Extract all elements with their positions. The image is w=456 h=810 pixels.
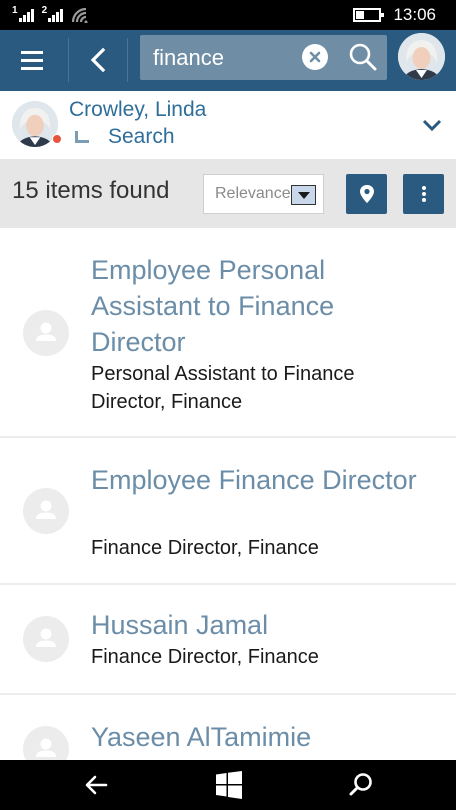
profile-avatar-button[interactable] (398, 33, 445, 80)
chevron-down-icon (422, 119, 442, 132)
menu-button[interactable] (12, 42, 52, 78)
map-view-button[interactable] (346, 174, 387, 214)
clear-search-button[interactable] (302, 44, 328, 70)
user-name: Crowley, Linda (69, 98, 207, 121)
search-submit-icon[interactable] (347, 41, 379, 73)
status-time: 13:06 (393, 5, 436, 24)
result-item[interactable]: Yaseen AlTamimie (0, 695, 456, 760)
back-button[interactable] (80, 42, 116, 78)
sim2-label: 2 (41, 4, 48, 16)
context-header[interactable]: Crowley, Linda Search (0, 91, 456, 159)
vertical-ellipsis-icon (421, 186, 426, 202)
result-item[interactable]: Employee Finance Director Finance Direct… (0, 438, 456, 585)
clear-circle-x-icon (309, 51, 321, 63)
result-count: 15 items found (12, 177, 170, 204)
result-subtitle: Finance Director, Finance (91, 646, 319, 668)
result-title: Employee Finance Director (91, 465, 417, 495)
status-bar-left: 1 2 (12, 4, 89, 26)
tree-branch-icon (75, 131, 89, 143)
person-placeholder-icon (23, 726, 69, 760)
result-title: Hussain Jamal (91, 610, 269, 640)
wifi-icon (72, 7, 88, 23)
app-bar (0, 30, 456, 91)
arrow-left-icon[interactable] (82, 771, 112, 799)
status-bar-right: 13:06 (353, 4, 436, 26)
sim1-label: 1 (12, 4, 18, 16)
more-options-button[interactable] (403, 174, 444, 214)
status-bar: 1 2 13:06 (0, 0, 456, 30)
context-location-label: Search (108, 125, 175, 148)
avatar-photo (12, 101, 58, 147)
location-pin-icon (359, 185, 374, 203)
expand-context-button[interactable] (418, 112, 446, 138)
hamburger-icon (21, 50, 43, 54)
toolbar-divider (127, 38, 128, 82)
search-input[interactable] (140, 35, 300, 80)
person-placeholder-icon (23, 488, 69, 534)
person-placeholder-icon (23, 616, 69, 662)
signal-sim1-icon: 1 (12, 4, 34, 22)
chevron-left-icon (90, 47, 106, 73)
system-nav-bar (0, 760, 456, 810)
search-icon[interactable] (346, 771, 376, 799)
result-item[interactable]: Hussain Jamal Finance Director, Finance (0, 585, 456, 695)
person-placeholder-icon (23, 310, 69, 356)
result-subtitle: Finance Director, Finance (91, 537, 319, 559)
avatar-photo (398, 33, 445, 80)
presence-status-icon (52, 134, 62, 144)
result-title: Employee Personal Assistant to Finance D… (91, 255, 335, 357)
result-subtitle: Personal Assistant to Finance Director, … (91, 363, 355, 413)
results-list: Employee Personal Assistant to Finance D… (0, 228, 456, 760)
dropdown-arrow-icon (291, 185, 316, 205)
result-item[interactable]: Employee Personal Assistant to Finance D… (0, 228, 456, 438)
search-box (140, 35, 387, 80)
toolbar-divider (68, 38, 69, 82)
sort-dropdown[interactable]: Relevance (203, 174, 324, 214)
results-toolbar: 15 items found Relevance (0, 159, 456, 228)
windows-logo-icon[interactable] (214, 770, 244, 800)
battery-icon (353, 8, 385, 22)
user-avatar (12, 101, 58, 147)
signal-sim2-icon: 2 (41, 4, 64, 22)
result-title: Yaseen AlTamimie (91, 722, 312, 752)
sort-selected-value: Relevance (215, 185, 291, 202)
